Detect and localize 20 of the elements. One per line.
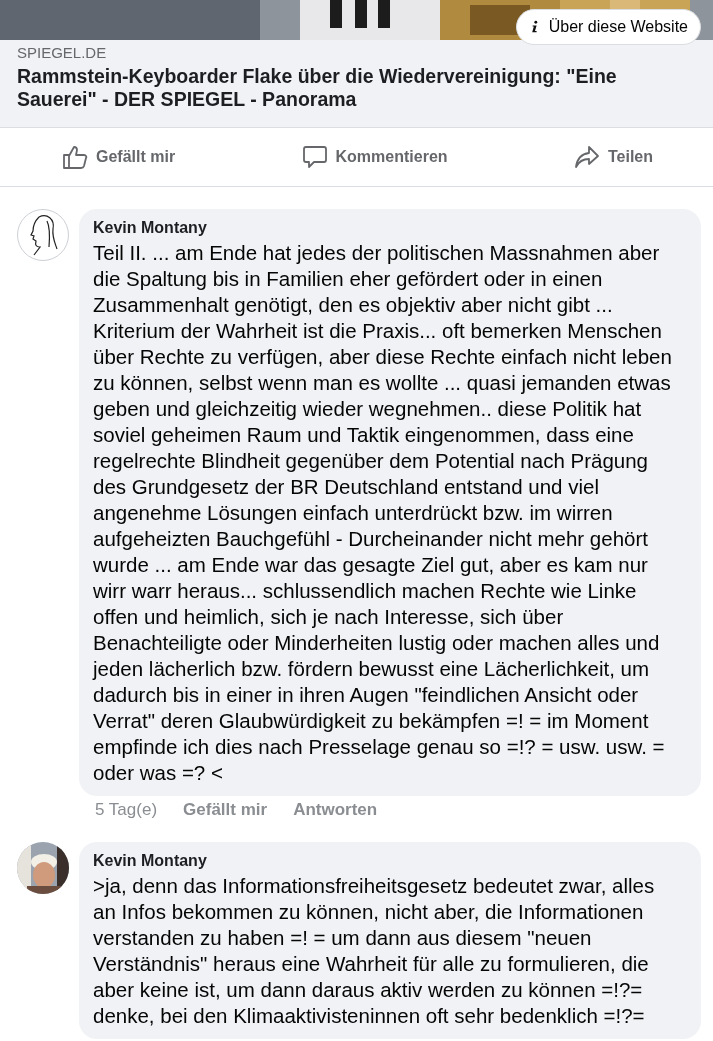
comment-author[interactable]: Kevin Montany	[93, 219, 689, 237]
speech-bubble-icon	[301, 144, 328, 170]
info-icon	[530, 20, 539, 34]
reply-link[interactable]: Antworten	[293, 800, 378, 820]
share-button[interactable]: Teilen	[573, 140, 653, 174]
comment-text: >ja, denn das Informationsfreiheitsgesetz bedeutet zwar, alles an Infos bekommen zu können, nicht aber, die Informationen verstanden zu haben =! = um dann aus diesem "neuen Verständnis" heraus eine Wahrheit für alle zu formulieren, die aber keine ist, um dann daraus aktiv werden zu können =!?= denke, bei den Klimaaktivisteninnen oft sehr bedenklich =!?=	[93, 873, 656, 1029]
like-link[interactable]: Gefällt mir	[183, 800, 268, 820]
link-domain: SPIEGEL.DE	[17, 44, 108, 61]
thumbs-up-icon	[62, 144, 88, 170]
avatar[interactable]	[17, 842, 69, 894]
about-website-button[interactable]: Über diese Website	[515, 9, 701, 45]
avatar[interactable]	[17, 209, 69, 261]
share-arrow-icon	[573, 144, 600, 170]
link-title[interactable]: Rammstein-Keyboarder Flake über die Wiedervereinigung: "Eine Sauerei" - DER SPIEGEL - Panorama	[17, 65, 696, 111]
comment-time[interactable]: 5 Tag(e)	[95, 800, 158, 820]
comment-button[interactable]: Kommentieren	[301, 140, 448, 174]
comment-text: Teil II. ... am Ende hat jedes der politischen Massnahmen aber die Spaltung bis in Familien eher gefördert oder in einen Zusammenhalt genötigt, den es objektiv aber nicht gibt ... Kriterium der Wahrheit ist die Praxis... oft bemerken Menschen über Rechte zu verfügen, aber diese Rechte einfach nicht leben zu können, selbst wenn man es wollte ... quasi jemanden etwas geben und gleichzeitig wieder wegnehmen.. diese Politik hat soviel geheimen Raum und Taktik eingenommen, dass eine regelrechte Blindheit gegenüber dem Potential nach Prägung des Grundgesetz der BR Deutschland entstand und viel angenehme Lösungen einfach unterdrückt bzw. im wirren aufgeheizten Bauchgefühl - Durcheinander nicht mehr gehört wurde ... am Ende war das gesagte Ziel gut, aber es kam nur wirr warr heraus... schlussendlich machen Rechte wie Linke offen und heimlich, sich je nach Interesse, sich über Benachteiligte oder Minderheiten lustig oder machen alles und jeden lächerlich bzw. fördern bewusst eine Lächerlichkeit, um dadurch bis in einer in ihren Augen "feindlichen Ansicht oder Verrat" deren Glaubwürdigkeit zu bekämpfen =! = im Moment empfinde ich dies nach Presselage genau so =!? = usw. usw. = oder was =? <	[93, 240, 673, 786]
like-button[interactable]: Gefällt mir	[62, 140, 176, 174]
link-preview-card[interactable]: Über diese Website SPIEGEL.DE Rammstein-Keyboarder Flake über die Wiedervereinigung: "Eine Sauerei" - DER SPIEGEL - Panorama	[0, 0, 713, 128]
comment-author[interactable]: Kevin Montany	[93, 852, 689, 870]
